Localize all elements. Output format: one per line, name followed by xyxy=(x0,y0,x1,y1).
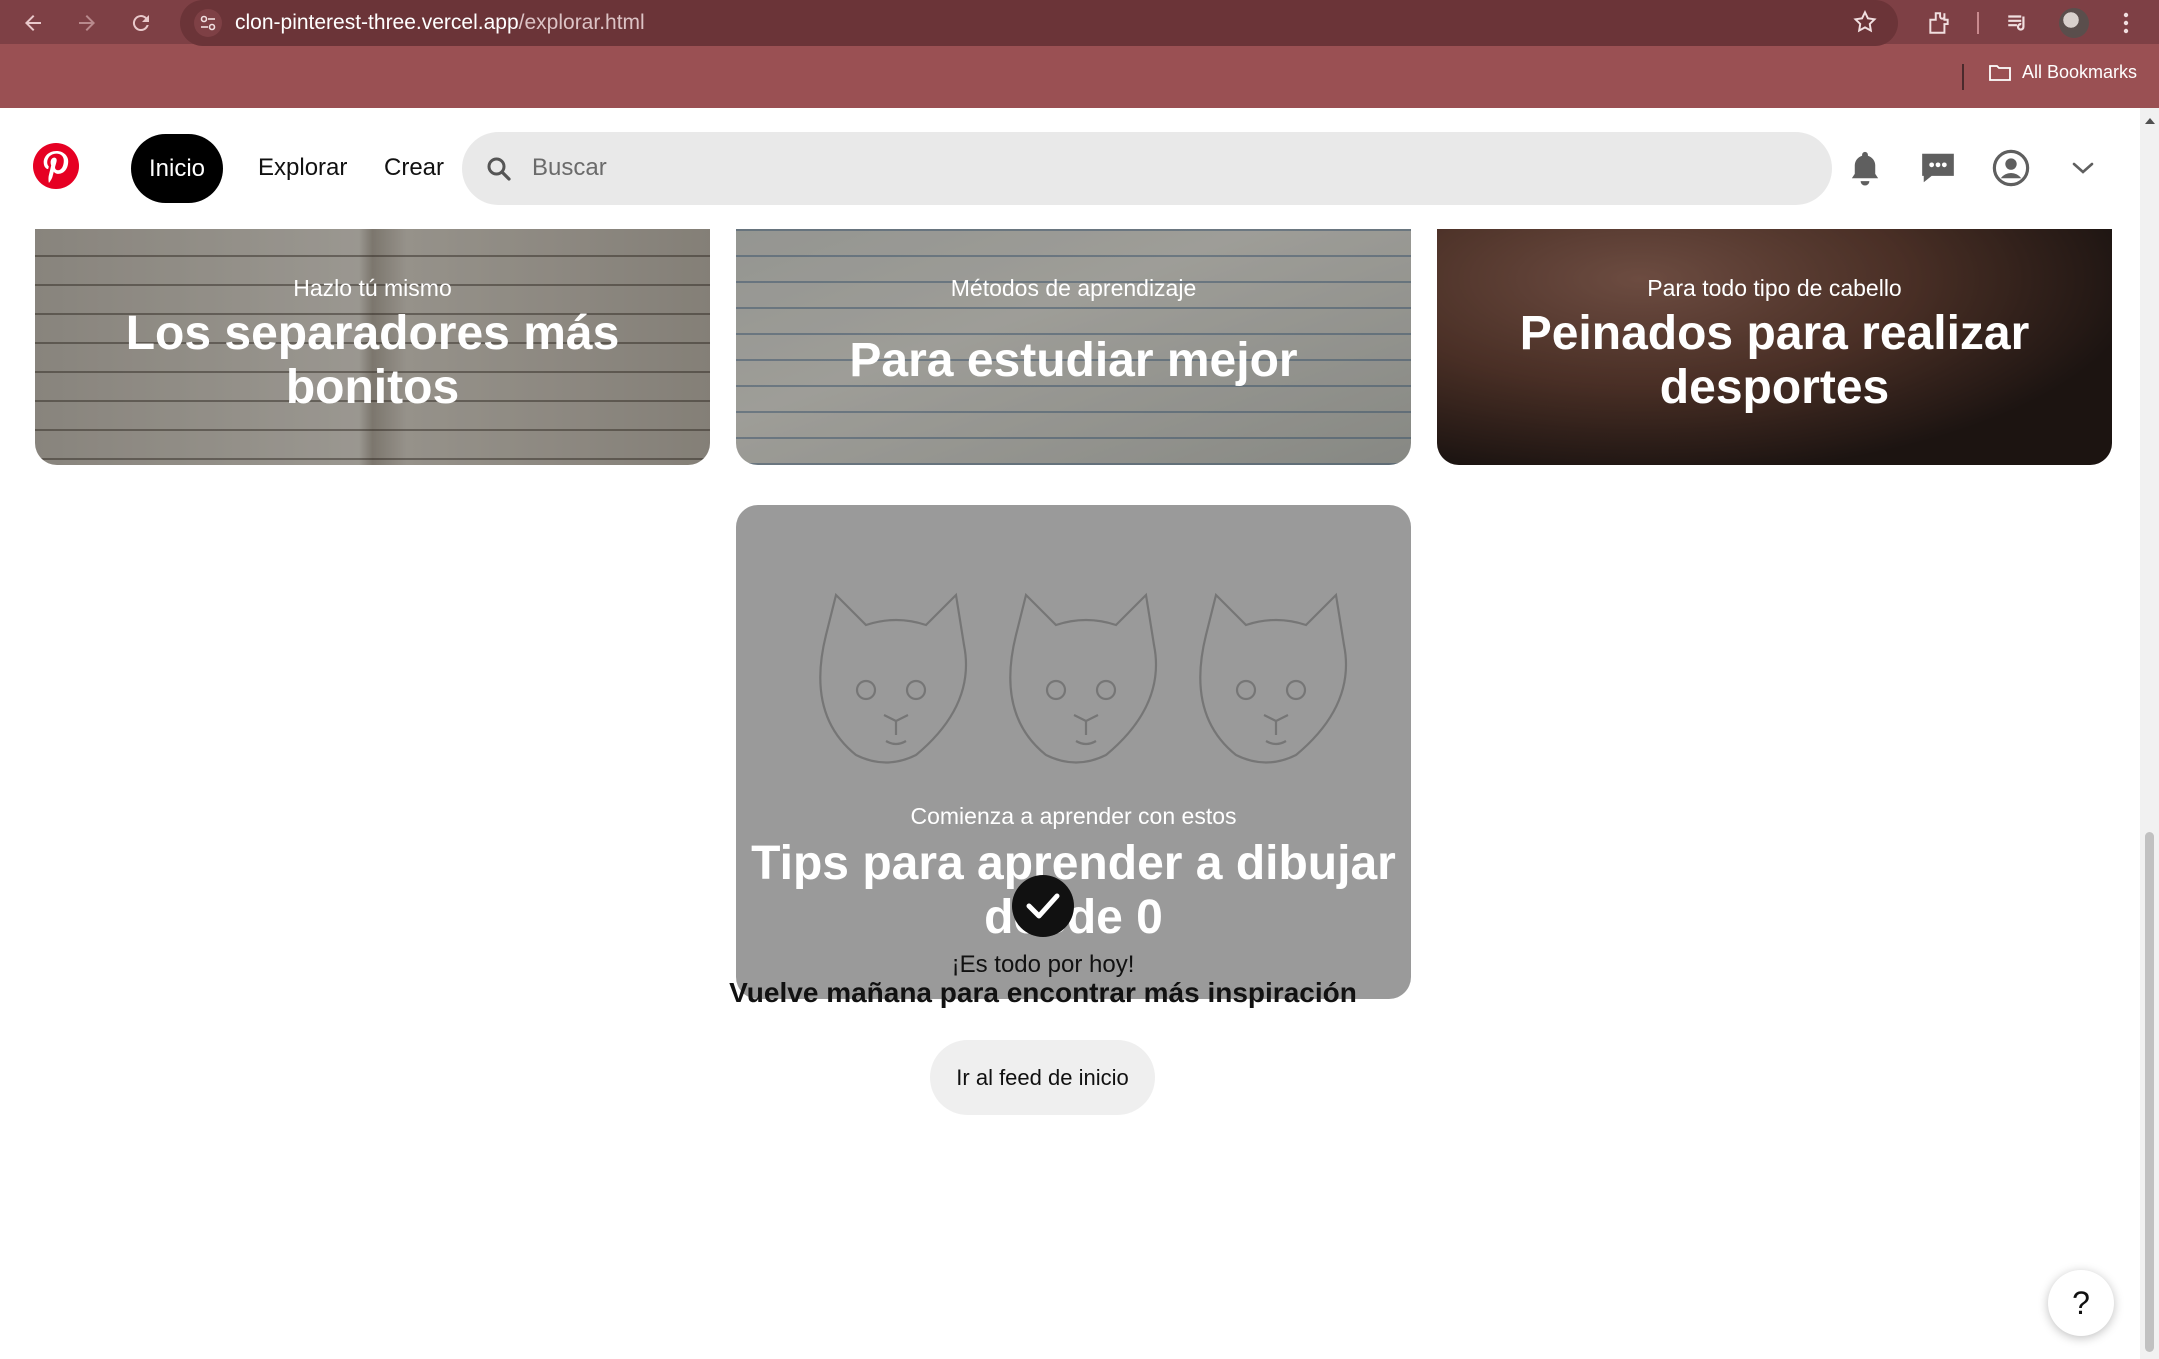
browser-chrome: clon-pinterest-three.vercel.app/explorar… xyxy=(0,0,2159,108)
go-to-home-feed-button[interactable]: Ir al feed de inicio xyxy=(930,1040,1155,1115)
user-profile-icon[interactable] xyxy=(1989,146,2033,190)
url-text: clon-pinterest-three.vercel.app/explorar… xyxy=(235,11,645,35)
page-scrollbar[interactable] xyxy=(2140,108,2159,1359)
media-controls-icon[interactable] xyxy=(2001,6,2035,40)
url-path: /explorar.html xyxy=(518,11,645,34)
address-bar[interactable]: clon-pinterest-three.vercel.app/explorar… xyxy=(180,0,1898,46)
end-of-feed-subtitle: ¡Es todo por hoy! xyxy=(951,951,1135,978)
card-title: Peinados para realizar desportes xyxy=(1519,307,2030,414)
nav-explorar[interactable]: Explorar xyxy=(258,154,347,182)
browser-menu-icon[interactable] xyxy=(2109,6,2143,40)
search-bar[interactable] xyxy=(462,132,1832,205)
pinterest-logo-icon[interactable] xyxy=(32,142,80,190)
search-input[interactable] xyxy=(532,148,1782,188)
all-bookmarks[interactable]: All Bookmarks xyxy=(1988,62,2137,83)
reload-icon[interactable] xyxy=(124,6,158,40)
card-subtitle: Métodos de aprendizaje xyxy=(950,275,1197,301)
card-subtitle: Hazlo tú mismo xyxy=(293,275,452,301)
help-button[interactable]: ? xyxy=(2048,1270,2114,1336)
toolbar-divider xyxy=(1977,12,1979,34)
all-bookmarks-label: All Bookmarks xyxy=(2022,62,2138,82)
chevron-down-icon[interactable] xyxy=(2061,146,2105,190)
back-icon[interactable] xyxy=(16,6,50,40)
messages-icon[interactable] xyxy=(1916,146,1960,190)
end-of-feed-title: Vuelve mañana para encontrar más inspira… xyxy=(729,977,1357,1008)
card-subtitle: Comienza a aprender con estos xyxy=(910,803,1237,829)
bookmark-star-icon[interactable] xyxy=(1852,9,1878,40)
extensions-icon[interactable] xyxy=(1922,6,1956,40)
explore-card[interactable]: Hazlo tú mismo Los separadores más bonit… xyxy=(35,229,710,465)
notifications-bell-icon[interactable] xyxy=(1843,146,1887,190)
explore-card[interactable]: Comienza a aprender con estos Tips para … xyxy=(736,505,1411,999)
card-title: Para estudiar mejor xyxy=(849,334,1298,387)
folder-icon xyxy=(1989,64,2011,81)
card-title: Los separadores más bonitos xyxy=(125,307,620,414)
explore-card[interactable]: Para todo tipo de cabello Peinados para … xyxy=(1437,229,2112,465)
checkmark-icon xyxy=(1012,875,1074,937)
nav-crear[interactable]: Crear xyxy=(384,154,444,182)
card-title: Tips para aprender a dibujar desde 0 xyxy=(751,837,1396,944)
search-icon xyxy=(484,154,514,184)
site-info-icon[interactable] xyxy=(194,9,222,37)
forward-icon[interactable] xyxy=(70,6,104,40)
card-subtitle: Para todo tipo de cabello xyxy=(1647,275,1902,301)
scroll-up-arrow-icon[interactable] xyxy=(2145,118,2155,124)
bookmarks-divider xyxy=(1962,64,1964,90)
nav-inicio[interactable]: Inicio xyxy=(131,134,223,203)
explore-card[interactable]: Métodos de aprendizaje Para estudiar mej… xyxy=(736,229,1411,465)
url-host: clon-pinterest-three.vercel.app xyxy=(235,11,519,34)
explore-feed: Hazlo tú mismo Los separadores más bonit… xyxy=(0,229,2140,1359)
site-header: Inicio Explorar Crear xyxy=(0,108,2140,229)
profile-avatar[interactable] xyxy=(2059,8,2089,38)
scrollbar-thumb[interactable] xyxy=(2145,832,2154,1352)
